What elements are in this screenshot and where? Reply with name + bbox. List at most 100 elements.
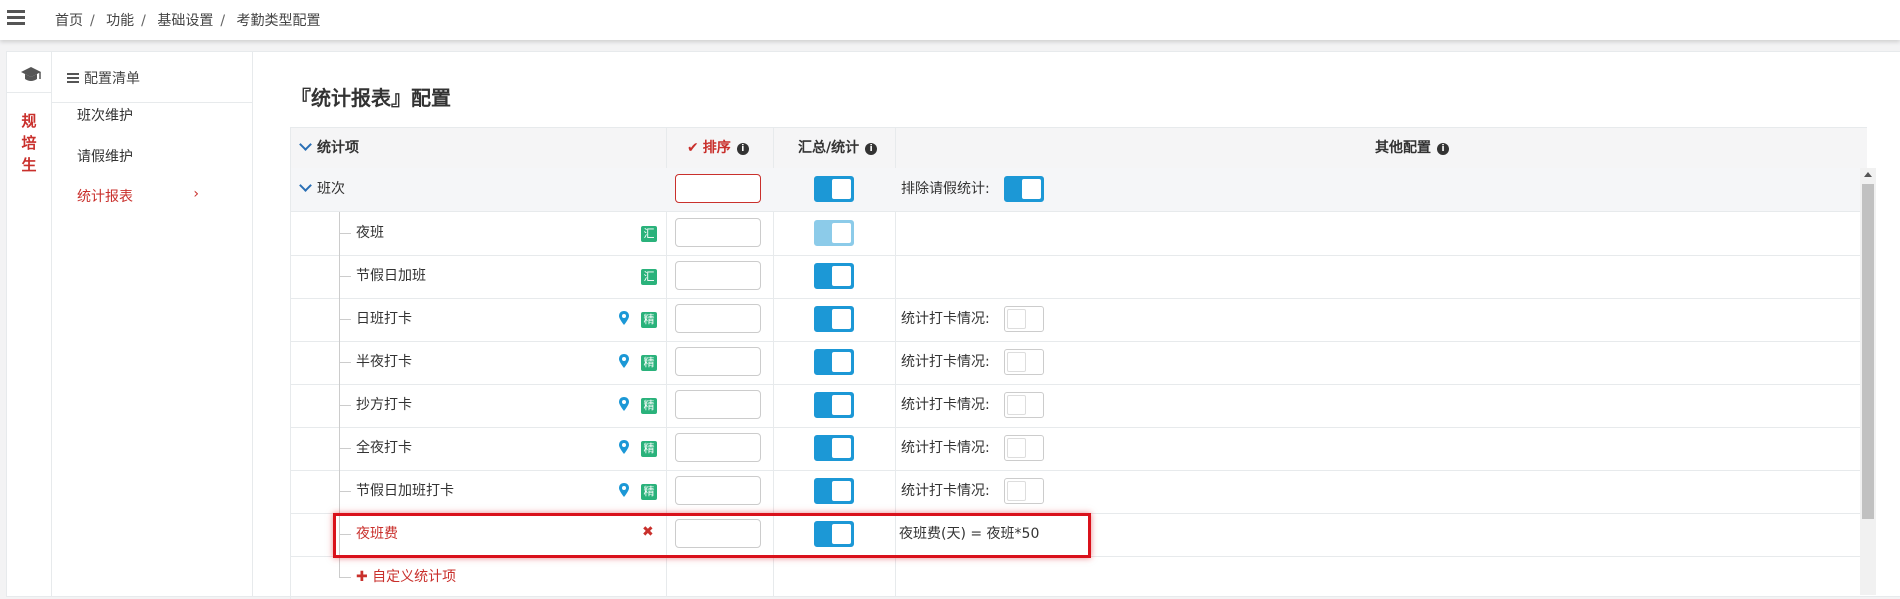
menu-item-shift[interactable]: 班次维护 (77, 105, 133, 125)
summary-badge: 汇 (641, 269, 657, 285)
sort-input[interactable] (675, 347, 761, 376)
summary-toggle[interactable] (814, 349, 854, 375)
sort-input[interactable] (675, 476, 761, 505)
stat-badge: 精 (641, 312, 657, 328)
group-toggle[interactable]: 班次 (299, 168, 345, 211)
location-pin-icon (619, 311, 629, 325)
content-area: 『统计报表』配置 统计项 ✔ 排序 i 汇总/统计 i 其他配置 i 班次 排除请假统计… (253, 52, 1900, 599)
scroll-up-icon[interactable] (1864, 172, 1872, 177)
scrollbar-thumb[interactable] (1862, 184, 1874, 519)
item-label: 节假日加班 (356, 268, 426, 284)
summary-toggle[interactable] (814, 220, 854, 246)
punch-stat-label: 统计打卡情况: (901, 311, 990, 327)
list-icon (67, 73, 79, 85)
breadcrumb-basic-settings[interactable]: 基础设置 (157, 13, 213, 29)
main-shell: 规培生 配置清单 班次维护 请假维护 统计报表 › 『统计报表』配置 统计项 ✔… (6, 51, 1900, 599)
table-row: 半夜打卡 精 统计打卡情况: (290, 341, 1867, 385)
chevron-right-icon: › (193, 186, 199, 202)
stat-badge: 精 (641, 355, 657, 371)
info-icon[interactable]: i (1437, 143, 1449, 155)
info-icon[interactable]: i (736, 143, 749, 155)
punch-stat-label: 统计打卡情况: (901, 483, 990, 499)
table-row: 日班打卡 精 统计打卡情况: (290, 298, 1867, 342)
summary-badge: 汇 (641, 226, 657, 242)
summary-toggle[interactable] (814, 392, 854, 418)
header-other: 其他配置 i (1375, 128, 1449, 168)
location-pin-icon (619, 354, 629, 368)
table-row-custom: 夜班费 ✖ 夜班费(天) = 夜班*50 (290, 513, 1867, 557)
punch-stat-toggle[interactable] (1004, 349, 1044, 375)
summary-toggle[interactable] (814, 478, 854, 504)
summary-toggle[interactable] (814, 306, 854, 332)
stat-badge: 精 (641, 484, 657, 500)
sort-input[interactable] (675, 174, 761, 203)
chevron-down-icon (299, 138, 312, 151)
item-label: 节假日加班打卡 (356, 483, 454, 499)
chevron-down-icon (299, 179, 312, 192)
location-pin-icon (619, 483, 629, 497)
vertical-scrollbar[interactable] (1860, 168, 1876, 595)
sort-input[interactable] (675, 390, 761, 419)
sort-input[interactable] (675, 218, 761, 247)
menu-item-report[interactable]: 统计报表 › (77, 186, 227, 206)
stat-badge: 精 (641, 441, 657, 457)
info-icon[interactable]: i (865, 143, 878, 155)
sort-input[interactable] (675, 261, 761, 290)
add-custom-item-link[interactable]: ✚ 自定义统计项 (356, 556, 456, 599)
table-row: 全夜打卡 精 统计打卡情况: (290, 427, 1867, 471)
summary-toggle[interactable] (814, 176, 854, 202)
config-table: 统计项 ✔排序i 汇总/统计i 其他配置i 班次 排除请假统计: 夜班 (290, 127, 1867, 599)
location-pin-icon (619, 397, 629, 411)
top-bar: 首页 / 功能 / 基础设置 / 考勤类型配置 (0, 0, 1900, 40)
sort-input[interactable] (675, 304, 761, 333)
table-row: 夜班 汇 (290, 212, 1867, 256)
table-header: 统计项 ✔ 排序 i 汇总/统计 i 其他配置 i (290, 127, 1867, 169)
check-icon: ✔ (687, 140, 699, 156)
punch-stat-toggle[interactable] (1004, 478, 1044, 504)
menu-item-leave[interactable]: 请假维护 (77, 146, 133, 166)
item-label: 半夜打卡 (356, 354, 412, 370)
group-label: 班次 (317, 181, 345, 197)
location-pin-icon (619, 440, 629, 454)
punch-stat-toggle[interactable] (1004, 392, 1044, 418)
breadcrumb-function[interactable]: 功能 (106, 13, 134, 29)
breadcrumb-current: 考勤类型配置 (236, 13, 321, 29)
table-row: 节假日加班 汇 (290, 255, 1867, 299)
module-label[interactable]: 规培生 (20, 110, 38, 176)
item-label: 夜班 (356, 225, 384, 241)
menu-item-report-label: 统计报表 (77, 189, 133, 205)
header-item[interactable]: 统计项 (299, 128, 359, 168)
config-menu: 配置清单 班次维护 请假维护 统计报表 › (52, 52, 253, 596)
summary-toggle[interactable] (814, 263, 854, 289)
stat-badge: 精 (641, 398, 657, 414)
breadcrumb-home[interactable]: 首页 (55, 13, 83, 29)
exclude-leave-toggle[interactable] (1004, 176, 1044, 202)
punch-stat-toggle[interactable] (1004, 306, 1044, 332)
graduation-cap-icon[interactable] (20, 66, 42, 84)
table-row-group: 班次 排除请假统计: (290, 168, 1867, 212)
summary-toggle[interactable] (814, 435, 854, 461)
table-row: 节假日加班打卡 精 统计打卡情况: (290, 470, 1867, 514)
item-label: 日班打卡 (356, 311, 412, 327)
header-summary: 汇总/统计 i (798, 128, 878, 168)
menu-header: 配置清单 (52, 52, 252, 103)
page-title: 『统计报表』配置 (291, 86, 451, 110)
item-label: 抄方打卡 (356, 397, 412, 413)
punch-stat-label: 统计打卡情况: (901, 397, 990, 413)
custom-item-label[interactable]: 夜班费 (356, 513, 398, 556)
punch-stat-label: 统计打卡情况: (901, 440, 990, 456)
summary-toggle[interactable] (814, 521, 854, 547)
hamburger-menu-icon[interactable] (7, 10, 25, 26)
sort-input[interactable] (675, 433, 761, 462)
punch-stat-toggle[interactable] (1004, 435, 1044, 461)
header-sort[interactable]: ✔ 排序 i (687, 128, 749, 168)
item-label: 全夜打卡 (356, 440, 412, 456)
custom-formula: 夜班费(天) = 夜班*50 (899, 526, 1040, 542)
breadcrumb: 首页 / 功能 / 基础设置 / 考勤类型配置 (55, 13, 321, 29)
delete-icon[interactable]: ✖ (642, 524, 654, 540)
sort-input[interactable] (675, 519, 761, 548)
table-row: 抄方打卡 精 统计打卡情况: (290, 384, 1867, 428)
menu-title: 配置清单 (84, 71, 140, 87)
exclude-leave-label: 排除请假统计: (901, 181, 990, 197)
module-rail: 规培生 (7, 52, 52, 596)
